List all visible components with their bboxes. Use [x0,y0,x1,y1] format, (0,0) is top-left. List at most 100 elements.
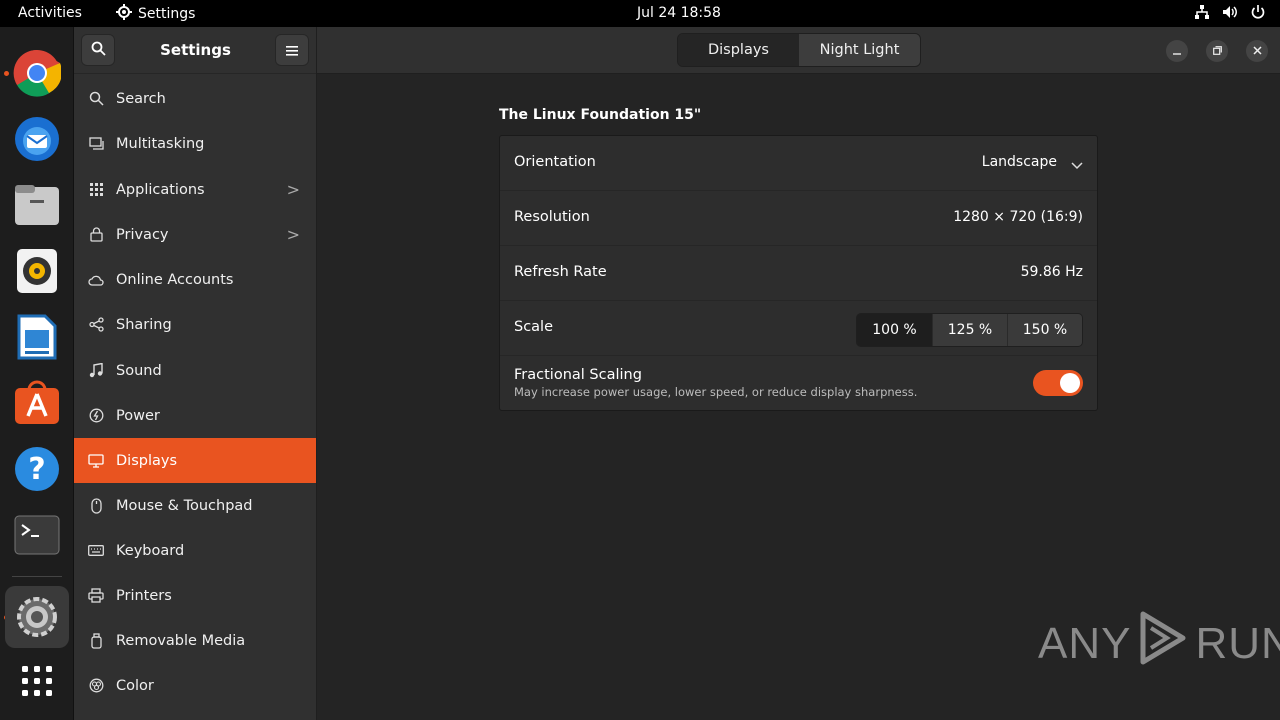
system-tray[interactable] [1194,4,1266,20]
refresh-rate-label: Refresh Rate [514,264,607,280]
sidebar-item-online-accounts[interactable]: Online Accounts [74,257,316,302]
volume-icon [1222,4,1238,20]
sidebar-item-sharing[interactable]: Sharing [74,302,316,347]
sidebar-item-label: Search [116,90,166,107]
app-menu[interactable]: Settings [116,4,195,24]
orientation-label: Orientation [514,154,596,170]
chevron-down-icon[interactable] [1071,158,1083,174]
sidebar-item-removable-media[interactable]: Removable Media [74,618,316,663]
restore-icon [1212,44,1222,58]
search-icon [88,91,104,107]
main-menu-button[interactable] [275,34,309,66]
thunderbird-icon[interactable] [13,115,61,163]
tab-night-light[interactable]: Night Light [799,34,920,66]
monitor-title: The Linux Foundation 15" [499,107,702,123]
hamburger-icon [286,41,298,60]
multitasking-icon [88,136,104,152]
sidebar-item-color[interactable]: Color [74,663,316,708]
chevron-right-icon: > [286,180,300,199]
dock-separator [12,576,62,577]
refresh-rate-row[interactable]: Refresh Rate 59.86 Hz [500,246,1097,301]
display-icon [88,453,104,469]
sidebar-item-label: Printers [116,587,172,604]
chevron-right-icon: > [286,225,300,244]
dock: ? [0,27,74,720]
removable-media-icon [88,632,104,649]
sidebar-item-label: Applications [116,181,205,198]
maximize-button[interactable] [1206,40,1228,62]
cloud-icon [88,272,104,288]
keyboard-icon [88,543,104,559]
clock[interactable]: Jul 24 18:58 [637,5,721,21]
minimize-button[interactable] [1166,40,1188,62]
scale-125-button[interactable]: 125 % [932,314,1007,346]
libreoffice-writer-icon[interactable] [13,313,61,361]
sidebar-item-power[interactable]: Power [74,393,316,438]
refresh-rate-value: 59.86 Hz [1020,264,1083,280]
sidebar-item-displays[interactable]: Displays [74,438,316,483]
sidebar-item-applications[interactable]: Applications > [74,167,316,212]
settings-icon[interactable] [5,586,69,648]
scale-100-button[interactable]: 100 % [857,314,932,346]
fractional-scaling-label: Fractional Scaling [514,367,642,383]
sidebar-item-label: Sound [116,362,162,379]
sidebar-item-printers[interactable]: Printers [74,573,316,618]
help-icon[interactable]: ? [13,445,61,493]
tab-displays[interactable]: Displays [678,34,799,66]
close-icon [1252,44,1262,58]
sidebar-item-label: Power [116,407,160,424]
fractional-scaling-description: May increase power usage, lower speed, o… [514,385,918,399]
activities-button[interactable]: Activities [18,5,82,21]
settings-sidebar: Settings Search Multitasking Application… [74,27,317,720]
sidebar-item-label: Removable Media [116,632,246,649]
lock-icon [88,227,104,243]
app-center-icon[interactable] [13,379,61,427]
color-icon [88,678,104,694]
sidebar-header: Settings [74,27,316,74]
minimize-icon [1173,44,1181,58]
main-header-bar: Displays Night Light [317,27,1280,74]
sidebar-item-mouse-touchpad[interactable]: Mouse & Touchpad [74,483,316,528]
scale-row: Scale 100 % 125 % 150 % [500,301,1097,356]
sidebar-item-keyboard[interactable]: Keyboard [74,528,316,573]
close-button[interactable] [1246,40,1268,62]
sidebar-item-label: Multitasking [116,135,205,152]
sidebar-item-label: Privacy [116,226,169,243]
scale-label: Scale [514,319,554,335]
orientation-row[interactable]: Orientation Landscape [500,136,1097,191]
sidebar-item-label: Mouse & Touchpad [116,497,253,514]
gear-icon [116,4,132,24]
files-icon[interactable] [13,181,61,229]
watermark-text-left: ANY [1038,618,1132,668]
top-bar: Activities Settings Jul 24 18:58 [0,0,1280,27]
fractional-scaling-toggle[interactable] [1033,370,1083,396]
resolution-row[interactable]: Resolution 1280 × 720 (16:9) [500,191,1097,246]
play-logo-icon [1137,610,1189,677]
chrome-icon[interactable] [13,49,61,97]
show-apps-icon[interactable] [13,657,61,705]
scale-150-button[interactable]: 150 % [1007,314,1082,346]
svg-text:?: ? [28,452,45,487]
power-icon [1250,4,1266,20]
sidebar-item-label: Color [116,677,154,694]
mouse-icon [88,497,104,514]
sidebar-item-search[interactable]: Search [74,76,316,121]
app-menu-label: Settings [138,6,196,22]
view-switcher: Displays Night Light [677,33,921,67]
printer-icon [88,588,104,604]
toggle-knob [1060,373,1080,393]
rhythmbox-icon[interactable] [13,247,61,295]
watermark-text-right: RUN [1195,618,1280,668]
share-icon [88,317,104,333]
sidebar-item-multitasking[interactable]: Multitasking [74,121,316,166]
sidebar-item-label: Displays [116,452,178,469]
sidebar-item-label: Keyboard [116,542,185,559]
sidebar-item-sound[interactable]: Sound [74,348,316,393]
sidebar-item-label: Online Accounts [116,271,234,288]
sidebar-item-label: Sharing [116,316,172,333]
terminal-icon[interactable] [13,511,61,559]
anyrun-watermark: ANY RUN [1038,610,1280,677]
sidebar-item-privacy[interactable]: Privacy > [74,212,316,257]
power-icon [88,408,104,424]
orientation-value[interactable]: Landscape [982,154,1057,170]
